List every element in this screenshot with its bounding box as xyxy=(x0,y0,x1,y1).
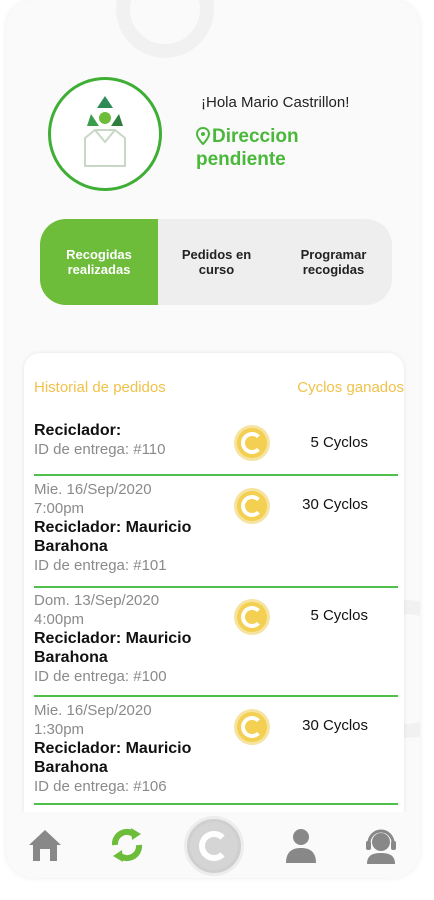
location-pin-icon xyxy=(196,127,210,145)
cyclos-coin-icon xyxy=(199,831,229,861)
order-delivery-id: ID de entrega: #106 xyxy=(34,778,167,795)
recycle-shirt-icon xyxy=(84,96,126,167)
order-cyclos: 30 Cyclos xyxy=(302,496,368,513)
home-icon xyxy=(29,830,61,861)
order-row[interactable]: Mie. 16/Sep/2020 1:30pm Reciclador: Maur… xyxy=(34,701,398,805)
tab-schedule-pickups[interactable]: Programar recogidas xyxy=(275,219,392,305)
order-delivery-id: ID de entrega: #100 xyxy=(34,668,167,685)
support-icon xyxy=(366,829,396,864)
order-recycler: Reciclador: xyxy=(34,422,122,439)
background-decoration xyxy=(116,0,214,58)
recycle-icon xyxy=(111,828,143,862)
order-cyclos: 5 Cyclos xyxy=(310,607,368,624)
avatar[interactable] xyxy=(48,77,162,191)
nav-profile[interactable] xyxy=(278,822,324,868)
tab-orders-in-progress[interactable]: Pedidos en curso xyxy=(158,219,275,305)
history-header: Historial de pedidos Cyclos ganados xyxy=(34,379,404,396)
bottom-nav xyxy=(6,812,420,878)
cyclos-earned-title: Cyclos ganados xyxy=(297,379,404,396)
order-delivery-id: ID de entrega: #101 xyxy=(34,557,167,574)
profile-icon xyxy=(286,829,316,863)
order-history-card: Historial de pedidos Cyclos ganados Reci… xyxy=(24,353,404,825)
history-title: Historial de pedidos xyxy=(34,379,166,396)
nav-cyclos[interactable] xyxy=(184,816,244,876)
nav-support[interactable] xyxy=(358,822,404,868)
cyclos-coin-icon xyxy=(234,599,270,635)
nav-recycle[interactable] xyxy=(104,822,150,868)
cyclos-coin-icon xyxy=(234,425,270,461)
app-screen: ¡Hola Mario Castrillon! Direccion pendie… xyxy=(6,0,420,878)
greeting-text: ¡Hola Mario Castrillon! xyxy=(201,94,350,111)
order-row[interactable]: Mie. 16/Sep/2020 7:00pm Reciclador: Maur… xyxy=(34,480,398,588)
address-status-link[interactable]: Direccion pendiente xyxy=(196,125,346,171)
order-recycler: Reciclador: Mauricio Barahona xyxy=(34,740,192,776)
order-recycler: Reciclador: Mauricio Barahona xyxy=(34,630,192,666)
order-row[interactable]: Dom. 13/Sep/2020 4:00pm Reciclador: Maur… xyxy=(34,591,398,697)
cyclos-coin-icon xyxy=(234,488,270,524)
tab-completed-pickups[interactable]: Recogidas realizadas xyxy=(40,219,158,305)
order-cyclos: 30 Cyclos xyxy=(302,717,368,734)
order-row[interactable]: Reciclador: ID de entrega: #110 5 Cyclos xyxy=(34,421,398,476)
cyclos-coin-icon xyxy=(234,709,270,745)
nav-home[interactable] xyxy=(22,822,68,868)
order-recycler: Reciclador: Mauricio Barahona xyxy=(34,519,192,555)
order-cyclos: 5 Cyclos xyxy=(310,434,368,451)
tab-bar: Recogidas realizadas Pedidos en curso Pr… xyxy=(40,219,392,305)
address-status-text: Direccion pendiente xyxy=(196,126,299,170)
